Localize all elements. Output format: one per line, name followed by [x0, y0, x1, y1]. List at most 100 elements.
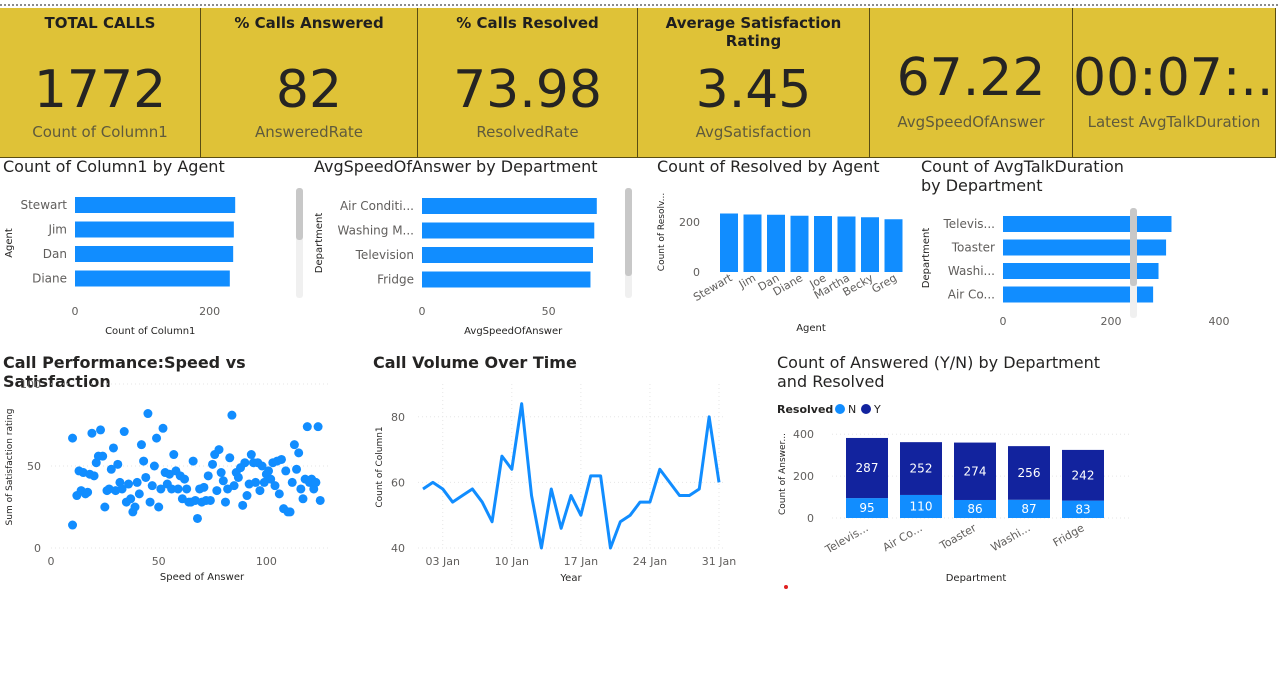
kpi-card-value: 00:07:...	[1073, 48, 1275, 108]
kpi-card-avg-satisfaction[interactable]: Average Satisfaction Rating 3.45 AvgSati…	[638, 8, 870, 158]
category-label: Toaster	[951, 241, 995, 255]
x-tick-label: 100	[256, 555, 277, 568]
scatter-point	[152, 433, 162, 443]
bar	[837, 216, 856, 272]
kpi-card-calls-resolved[interactable]: % Calls Resolved 73.98 ResolvedRate	[418, 8, 638, 158]
chart-talk-duration-by-department[interactable]: Televis... Toaster Washi... Air Co... 0 200 40…	[915, 176, 1230, 341]
scatter-point	[225, 453, 235, 463]
y-axis-label: Agent	[4, 228, 15, 258]
data-label: 252	[910, 462, 933, 476]
scatter-point	[227, 410, 237, 420]
chart-speed-by-department[interactable]: Air Conditi... Washing M... Television Frid…	[310, 176, 645, 341]
scatter-point	[124, 479, 134, 489]
chart-title-answered-by-department: Count of Answered (Y/N) by Department an…	[777, 353, 1101, 391]
scatter-point	[134, 489, 144, 499]
scatter-point	[287, 477, 297, 487]
scatter-point	[255, 486, 265, 496]
bar	[422, 222, 595, 239]
scatter-point	[251, 477, 261, 487]
scatter-point	[203, 471, 213, 481]
chart-title-resolved-by-agent: Count of Resolved by Agent	[657, 157, 880, 176]
kpi-card-title: % Calls Answered	[234, 14, 384, 32]
scatter-point	[218, 476, 228, 486]
y-axis-label: Count of Resolv...	[657, 193, 667, 271]
scatter-point	[205, 495, 215, 505]
legend-label: N	[848, 403, 856, 416]
x-tick-label: 50	[542, 305, 556, 318]
data-label: 256	[1018, 466, 1041, 480]
x-tick-label: 200	[1101, 315, 1122, 328]
y-axis-label: Sum of Satisfaction rating	[5, 409, 15, 526]
bar	[790, 215, 809, 272]
scatter-point	[294, 448, 304, 458]
scatter-point	[68, 433, 78, 443]
y-tick-label: 80	[391, 411, 405, 424]
x-tick-label: 31 Jan	[702, 555, 736, 568]
red-dot-marker	[784, 585, 788, 589]
chart-call-volume-over-time[interactable]: 40 60 80 03 Jan 10 Jan 17 Jan 24 Jan 31 Jan Year…	[360, 372, 755, 590]
scatter-point	[212, 486, 222, 496]
legend-label: Y	[873, 403, 881, 416]
scatter-point	[147, 481, 157, 491]
bar	[1003, 216, 1172, 232]
scatter-point	[180, 474, 190, 484]
category-label: Washing M...	[338, 224, 414, 238]
category-label: Air Conditi...	[340, 199, 414, 213]
x-tick-label: 0	[1000, 315, 1007, 328]
bar	[75, 221, 234, 238]
scrollbar-thumb	[625, 188, 632, 276]
y-tick-label: 0	[807, 512, 814, 525]
category-label: Air Co...	[948, 288, 995, 302]
bar	[861, 217, 879, 272]
scatter-point	[113, 459, 123, 469]
category-label: Diane	[32, 272, 67, 286]
y-axis-label: Department	[921, 228, 932, 289]
scatter-point	[311, 477, 321, 487]
data-label: 287	[856, 461, 879, 475]
kpi-card-calls-answered[interactable]: % Calls Answered 82 AnsweredRate	[201, 8, 418, 158]
chart-resolved-by-agent[interactable]: Stewart JimDanDiane JoeMarthaBeckyGreg0200…	[650, 176, 915, 341]
x-tick-label: 17 Jan	[564, 555, 598, 568]
scatter-point	[302, 422, 312, 432]
kpi-card-total-calls[interactable]: TOTAL CALLS 1772 Count of Column1	[0, 8, 201, 158]
category-label: Dan	[43, 247, 67, 261]
chart-speed-vs-satisfaction[interactable]: 0 50 100 0 50 100 Speed of Answer Sum of Satisf…	[0, 372, 360, 590]
scatter-point	[270, 481, 280, 491]
category-label: Washi...	[989, 521, 1033, 554]
scatter-point	[242, 491, 252, 501]
scatter-point	[246, 450, 256, 460]
scatter-point	[188, 456, 198, 466]
bar	[884, 219, 903, 272]
scatter-point	[136, 440, 146, 450]
scatter-point	[139, 456, 149, 466]
scatter-point	[208, 459, 218, 469]
kpi-card-value: 3.45	[695, 60, 812, 120]
bar	[743, 214, 762, 272]
chart-title-speed-by-department: AvgSpeedOfAnswer by Department	[314, 157, 598, 176]
category-label: Stewart	[20, 198, 67, 212]
category-label: Televis...	[942, 217, 995, 231]
scatter-point	[169, 450, 179, 460]
chart-answered-by-department-and-resolved[interactable]: Resolved N Y 0 200 400 95 287 Televis... 110 252 Ai…	[770, 392, 1140, 590]
scatter-point	[264, 466, 274, 476]
bar	[75, 197, 236, 213]
bar	[814, 216, 832, 272]
scrollbar-thumb	[296, 188, 303, 240]
kpi-card-avg-speed[interactable]: 67.22 AvgSpeedOfAnswer	[870, 8, 1073, 158]
kpi-card-value: 67.22	[896, 48, 1046, 108]
scatter-point	[130, 502, 140, 512]
scatter-point	[296, 484, 306, 494]
y-tick-label: 0	[34, 542, 41, 555]
chart-count-by-agent[interactable]: Stewart Jim Dan Diane 0 200 Count of Column1 Ag…	[0, 176, 310, 341]
scatter-point	[145, 497, 155, 507]
scatter-point	[298, 494, 308, 504]
kpi-card-strip: TOTAL CALLS 1772 Count of Column1 % Call…	[0, 4, 1278, 158]
scatter-point	[292, 464, 302, 474]
bar	[767, 214, 785, 272]
y-tick-label: 400	[793, 428, 814, 441]
category-label: Fridge	[377, 273, 414, 287]
scatter-point	[229, 481, 239, 491]
scatter-point	[220, 497, 230, 507]
kpi-card-talk-duration[interactable]: 00:07:... Latest AvgTalkDuration	[1073, 8, 1276, 158]
bar	[1003, 239, 1167, 256]
